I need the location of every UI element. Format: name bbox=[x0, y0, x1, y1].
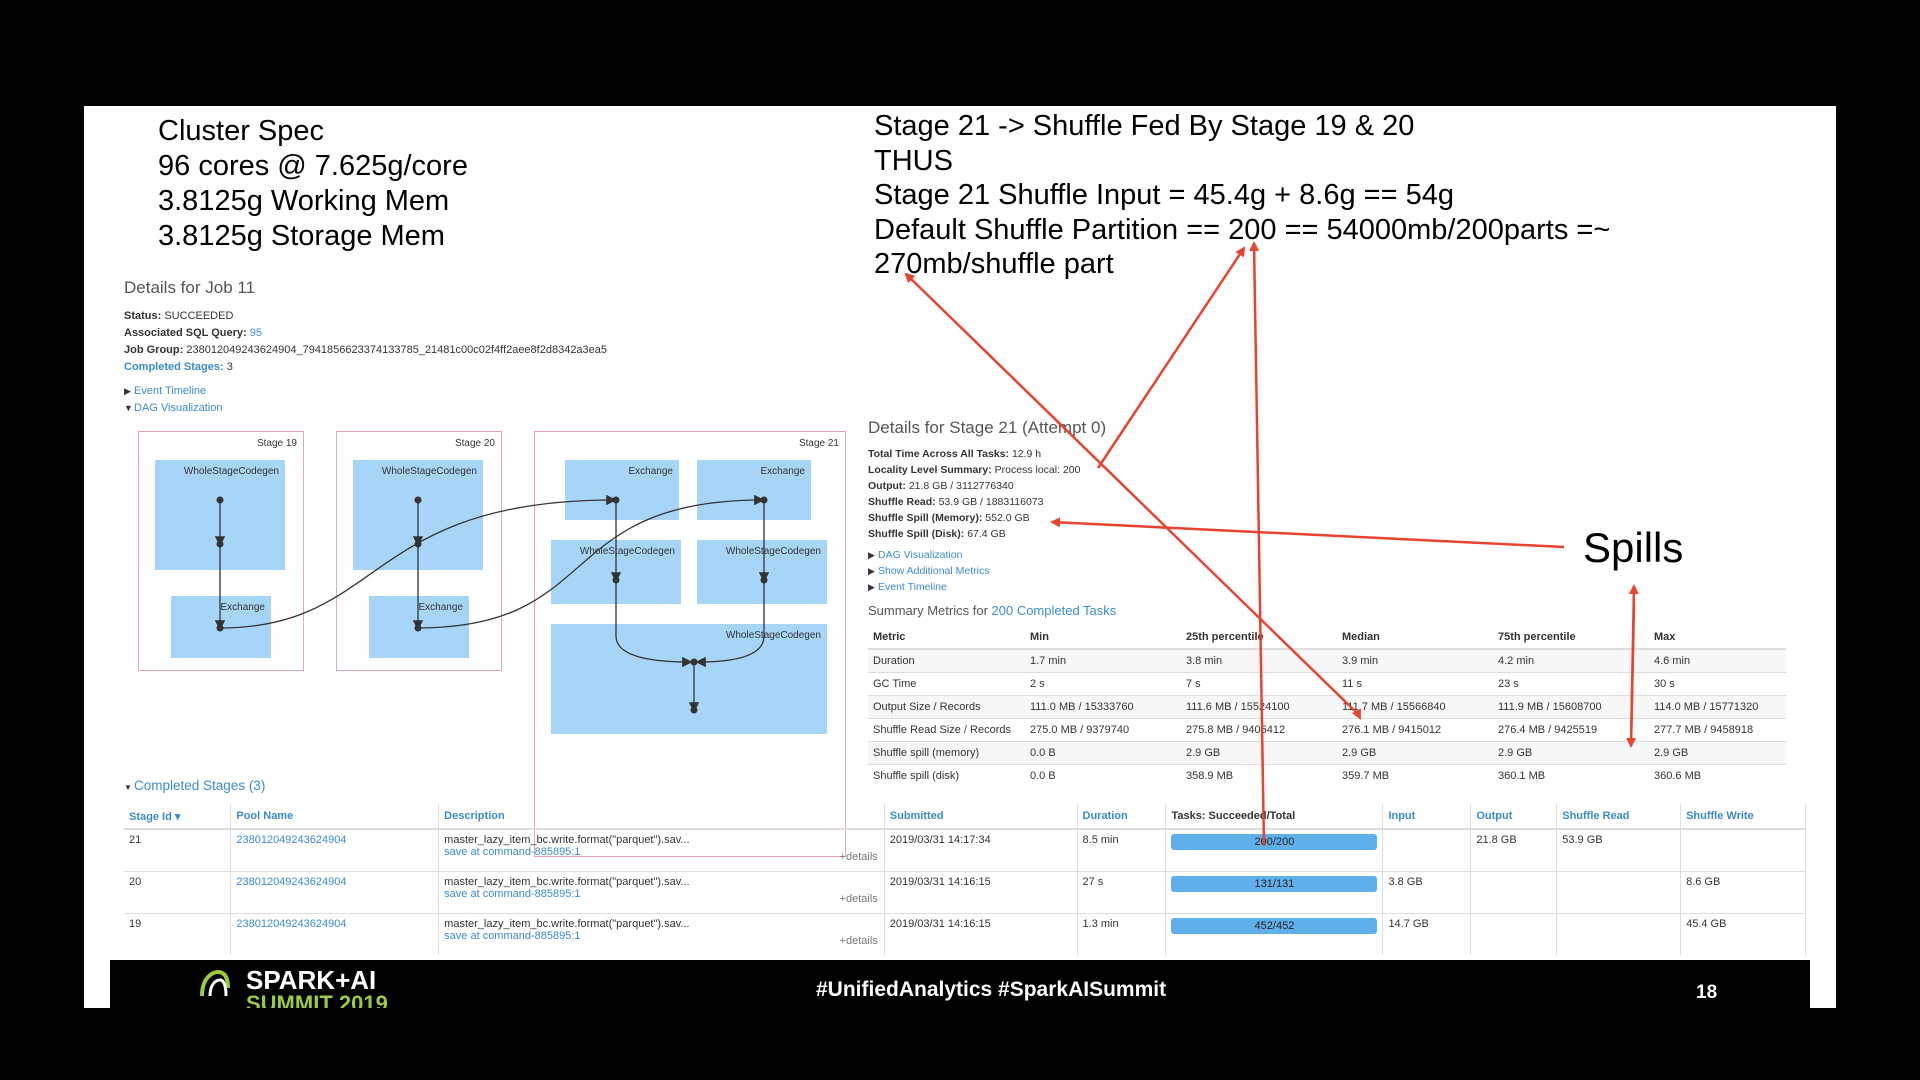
arrow-spills-to-memory bbox=[1050, 517, 1565, 549]
arrow-to-200-from-tasks bbox=[1249, 241, 1266, 847]
annotation-arrows bbox=[904, 241, 1639, 847]
arrow-to-270mb bbox=[904, 272, 1359, 715]
footer-logo-sub: SUMMIT 2019 bbox=[246, 994, 388, 1008]
footer: SPARK+AI SUMMIT 2019 #UnifiedAnalytics #… bbox=[110, 960, 1810, 1008]
spark-ai-logo-icon bbox=[196, 966, 240, 1002]
footer-hashtags: #UnifiedAnalytics #SparkAISummit bbox=[816, 978, 1167, 1001]
arrow-to-200-from-spill bbox=[1096, 246, 1246, 469]
arrow-spills-up bbox=[1628, 584, 1639, 747]
footer-logo-text: SPARK+AI bbox=[246, 965, 377, 995]
page-number: 18 bbox=[1696, 982, 1718, 1003]
arrow-to-shuffle-read bbox=[1351, 708, 1362, 720]
slide: Cluster Spec 96 cores @ 7.625g/core 3.81… bbox=[84, 106, 1836, 1008]
